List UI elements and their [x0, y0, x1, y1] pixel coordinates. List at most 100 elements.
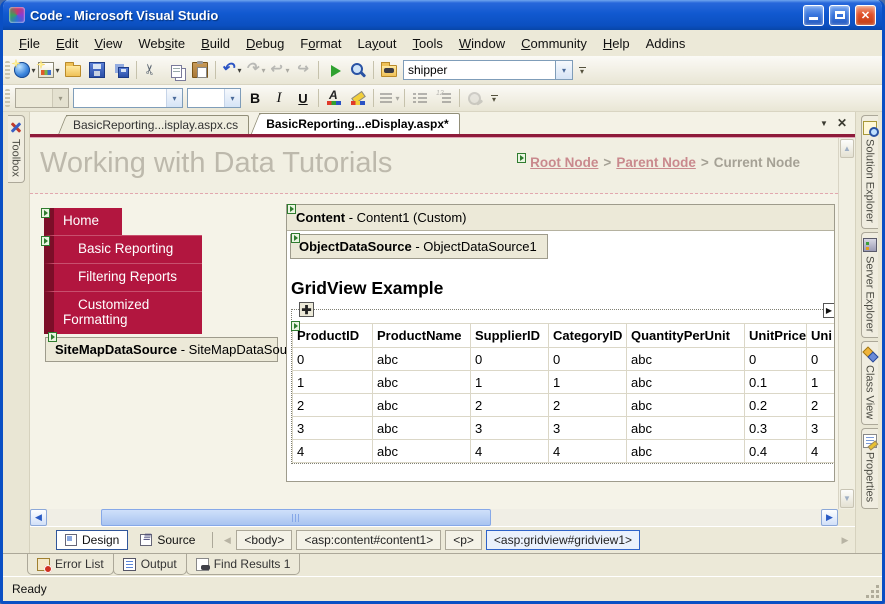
menu-edit[interactable]: Edit [48, 33, 86, 54]
tag-body[interactable]: <body> [236, 530, 293, 550]
scroll-up-icon[interactable]: ▲ [840, 139, 854, 158]
view-in-browser-button[interactable] [346, 59, 370, 81]
scroll-down-icon[interactable]: ▼ [840, 489, 854, 508]
menu-view[interactable]: View [86, 33, 130, 54]
menu-file[interactable]: File [11, 33, 48, 54]
menu-layout[interactable]: Layout [349, 33, 404, 54]
underline-button[interactable]: U [291, 87, 315, 109]
source-view-button[interactable]: Source [131, 530, 204, 550]
menu-window[interactable]: Window [451, 33, 513, 54]
active-files-dropdown-icon[interactable]: ▼ [820, 119, 828, 128]
dropdown-arrow-icon[interactable]: ▾ [237, 66, 241, 75]
tag-asp-gridview-gridview1[interactable]: <asp:gridview#gridview1> [485, 530, 640, 550]
highlight-button[interactable] [346, 87, 370, 109]
italic-button[interactable]: I [267, 87, 291, 109]
control-name: ObjectDataSource [299, 239, 412, 254]
objectdatasource-control[interactable]: ObjectDataSource - ObjectDataSource1 [290, 233, 548, 259]
sidebar-tab-solution-explorer[interactable]: Solution Explorer [860, 115, 879, 229]
font-name-select[interactable]: ▾ [73, 88, 183, 108]
smart-tag-icon[interactable] [291, 233, 300, 243]
toolbar-overflow-icon[interactable]: ▾ [487, 87, 501, 109]
menu-build[interactable]: Build [193, 33, 238, 54]
dropdown-arrow-icon[interactable]: ▾ [55, 66, 59, 75]
minimize-button[interactable] [803, 4, 824, 26]
paste-button[interactable] [188, 59, 212, 81]
design-view-button[interactable]: Design [56, 530, 129, 550]
breadcrumb-parent-link[interactable]: Parent Node [616, 155, 696, 170]
toolbar-grip[interactable] [5, 89, 10, 107]
dropdown-arrow-icon[interactable]: ▾ [31, 66, 35, 75]
smart-tag-icon[interactable] [41, 208, 50, 218]
menu-help[interactable]: Help [595, 33, 638, 54]
sidebar-tab-properties[interactable]: Properties [860, 428, 878, 509]
tag-nav-right-icon[interactable]: ▶ [839, 531, 851, 549]
undo-button[interactable]: ▾ [219, 59, 243, 81]
move-handle-icon[interactable]: ✚ [299, 302, 314, 317]
tag-nav-left-icon[interactable]: ◀ [221, 531, 233, 549]
minimize-icon [809, 17, 818, 20]
nav-item-home[interactable]: Home [41, 208, 122, 235]
combo-dropdown-icon[interactable]: ▾ [555, 61, 572, 79]
nav-item-basic-reporting[interactable]: Basic Reporting [41, 235, 202, 263]
document-tab[interactable]: BasicReporting...eDisplay.aspx* [259, 113, 460, 134]
add-new-item-button[interactable]: ▾ [37, 59, 61, 81]
menu-community[interactable]: Community [513, 33, 595, 54]
new-website-button[interactable]: ▾ [13, 59, 37, 81]
smart-tag-icon[interactable] [291, 321, 300, 331]
toolbar-grip[interactable] [5, 61, 10, 79]
tool-tab-error-list[interactable]: Error List [27, 554, 114, 575]
close-document-icon[interactable]: ✕ [837, 116, 847, 130]
grid-cell: 1 [470, 370, 549, 394]
scroll-thumb[interactable] [101, 509, 491, 526]
scroll-right-icon[interactable]: ▶ [821, 509, 838, 526]
find-in-files-button[interactable] [377, 59, 401, 81]
smart-tag-icon[interactable] [517, 153, 527, 163]
font-size-select[interactable]: ▾ [187, 88, 241, 108]
toolbar-overflow-icon[interactable]: ▾ [575, 59, 589, 81]
smart-tag-icon[interactable] [41, 236, 50, 246]
menu-tools[interactable]: Tools [405, 33, 451, 54]
vertical-scrollbar[interactable]: ▲ ▼ [838, 138, 855, 509]
copy-button[interactable] [164, 59, 188, 81]
combo-dropdown-icon[interactable]: ▾ [166, 89, 182, 107]
open-file-button[interactable] [61, 59, 85, 81]
save-all-button[interactable] [109, 59, 133, 81]
smart-tag-arrow-icon[interactable]: ▶ [823, 303, 834, 318]
sitemapdatasource-control[interactable]: SiteMapDataSource - SiteMapDataSource1 [45, 332, 312, 362]
breadcrumb-root-link[interactable]: Root Node [530, 155, 598, 170]
menu-addins[interactable]: Addins [638, 33, 694, 54]
menu-debug[interactable]: Debug [238, 33, 292, 54]
bold-button[interactable]: B [243, 87, 267, 109]
scroll-track[interactable] [47, 509, 821, 526]
nav-item-filtering-reports[interactable]: Filtering Reports [44, 263, 202, 291]
maximize-button[interactable] [829, 4, 850, 26]
save-button[interactable] [85, 59, 109, 81]
page-title: Working with Data Tutorials [40, 147, 393, 179]
resize-grip[interactable] [866, 585, 879, 598]
toolbar-search-combo[interactable]: shipper ▾ [403, 60, 573, 80]
standard-toolbar-buttons: ▾▾▾▾▾shipper▾▾ [13, 59, 589, 81]
tag-p[interactable]: <p> [445, 530, 482, 550]
start-debugging-button[interactable] [322, 59, 346, 81]
nav-item-customized-formatting[interactable]: Customized Formatting [44, 291, 202, 334]
sidebar-tab-toolbox[interactable]: Toolbox [7, 115, 25, 183]
content-control[interactable]: Content - Content1 (Custom) ObjectDataSo… [286, 204, 835, 482]
tool-tab-find-results-1[interactable]: Find Results 1 [185, 554, 301, 575]
font-color-button[interactable] [322, 87, 346, 109]
sidebar-tab-class-view[interactable]: Class View [860, 341, 878, 426]
scroll-left-icon[interactable]: ◀ [30, 509, 47, 526]
smart-tag-icon[interactable] [48, 332, 57, 342]
sidebar-tab-server-explorer[interactable]: Server Explorer [860, 231, 878, 339]
document-tab-label: BasicReporting...eDisplay.aspx* [266, 117, 449, 131]
smart-tag-icon[interactable] [287, 204, 296, 214]
document-tab[interactable]: BasicReporting...isplay.aspx.cs [66, 115, 250, 134]
combo-dropdown-icon[interactable]: ▾ [224, 89, 240, 107]
cut-button[interactable] [140, 59, 164, 81]
menu-format[interactable]: Format [292, 33, 349, 54]
menu-website[interactable]: Website [130, 33, 193, 54]
horizontal-scrollbar[interactable]: ◀ ▶ [30, 509, 855, 526]
tool-tab-output[interactable]: Output [112, 554, 187, 575]
close-button[interactable]: ✕ [855, 4, 876, 26]
gridview-control[interactable]: ✚ ▶ ProductID ProductName SupplierID Catego… [291, 302, 834, 464]
tag-asp-content-content1[interactable]: <asp:content#content1> [296, 530, 442, 550]
